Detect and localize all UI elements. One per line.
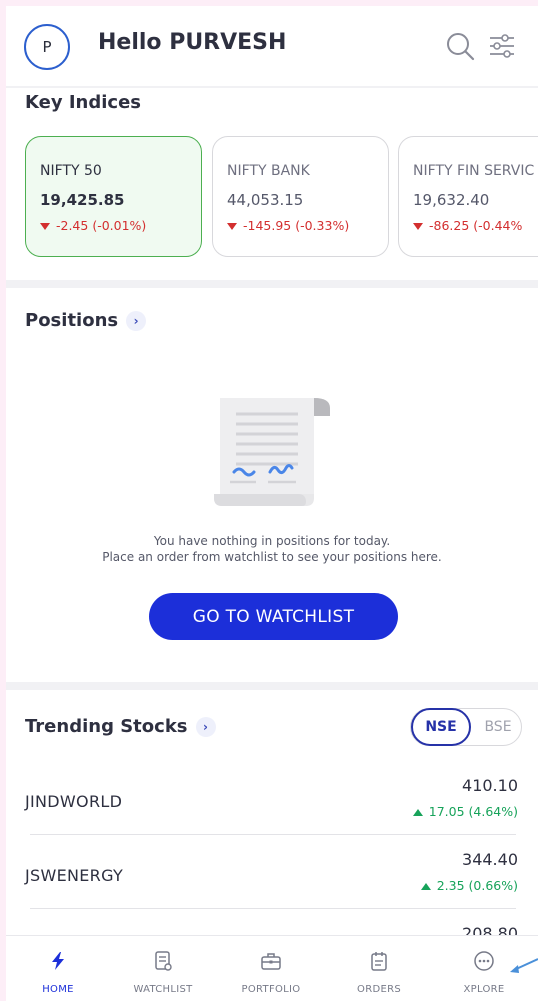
stock-price: 410.10 xyxy=(462,776,518,795)
key-indices-title: Key Indices xyxy=(25,92,141,113)
app-screen: P Hello PURVESH Key Indices NIFTY 50 19,… xyxy=(6,6,538,1001)
stock-name: JINDWORLD xyxy=(25,792,123,811)
empty-scroll-illustration xyxy=(214,398,330,506)
down-arrow-icon xyxy=(413,223,423,230)
stock-change: 2.35 (0.66%) xyxy=(420,878,518,893)
key-indices-section: Key Indices NIFTY 50 19,425.85 -2.45 (-0… xyxy=(6,88,538,280)
index-change: -86.25 (-0.44% xyxy=(413,218,538,233)
index-card-nifty-bank[interactable]: NIFTY BANK 44,053.15 -145.95 (-0.33%) xyxy=(212,136,389,257)
nav-watchlist[interactable]: WATCHLIST xyxy=(118,936,208,1001)
index-value: 19,632.40 xyxy=(413,191,490,209)
exchange-toggle: NSE BSE xyxy=(410,708,522,746)
index-change: -145.95 (-0.33%) xyxy=(227,218,388,233)
down-arrow-icon xyxy=(227,223,237,230)
go-to-watchlist-button[interactable]: GO TO WATCHLIST xyxy=(149,593,398,640)
row-divider xyxy=(30,834,516,835)
briefcase-icon xyxy=(261,953,281,970)
empty-line-2: Place an order from watchlist to see you… xyxy=(102,550,442,564)
top-header: P Hello PURVESH xyxy=(6,6,538,86)
row-divider xyxy=(30,908,516,909)
trending-header[interactable]: Trending Stocks › xyxy=(25,716,216,737)
index-value: 44,053.15 xyxy=(227,191,304,209)
pointer-arrow-annotation xyxy=(510,958,538,973)
greeting-title: Hello PURVESH xyxy=(98,30,287,55)
nav-label: XPLORE xyxy=(463,984,505,995)
search-icon[interactable] xyxy=(444,30,478,64)
nav-portfolio[interactable]: PORTFOLIO xyxy=(226,936,316,1001)
up-arrow-icon xyxy=(412,809,423,816)
exchange-bse-tab[interactable]: BSE xyxy=(475,709,521,745)
positions-title: Positions xyxy=(25,310,119,331)
positions-section: Positions › You have nothing in positions… xyxy=(6,288,538,682)
exchange-nse-tab[interactable]: NSE xyxy=(411,708,471,746)
filter-settings-icon[interactable] xyxy=(486,30,520,64)
lightning-icon xyxy=(52,952,64,970)
empty-line-1: You have nothing in positions for today. xyxy=(153,534,391,548)
stock-row[interactable]: JINDWORLD 410.10 17.05 (4.64%) xyxy=(6,768,538,840)
watchlist-icon xyxy=(155,951,172,971)
avatar[interactable]: P xyxy=(24,24,70,70)
chevron-right-icon[interactable]: › xyxy=(126,311,147,331)
trending-title: Trending Stocks xyxy=(25,716,188,737)
more-icon xyxy=(474,951,494,971)
up-arrow-icon xyxy=(420,883,431,890)
stock-name: JSWENERGY xyxy=(25,866,124,885)
nav-label: PORTFOLIO xyxy=(241,984,301,995)
stock-price: 344.40 xyxy=(462,850,518,869)
index-card-nifty-50[interactable]: NIFTY 50 19,425.85 -2.45 (-0.01%) xyxy=(25,136,202,257)
avatar-initial: P xyxy=(42,38,52,56)
index-value: 19,425.85 xyxy=(40,191,125,209)
positions-empty-message: You have nothing in positions for today.… xyxy=(6,533,538,565)
orders-icon xyxy=(371,952,387,971)
nav-label: ORDERS xyxy=(357,984,401,995)
down-arrow-icon xyxy=(40,223,50,230)
index-change: -2.45 (-0.01%) xyxy=(40,218,201,233)
nav-home[interactable]: HOME xyxy=(13,936,103,1001)
bottom-navigation: HOME WATCHLIST PORTFOLIO ORDERS XPLORE xyxy=(6,935,538,1001)
chevron-right-icon[interactable]: › xyxy=(195,717,216,737)
stock-row[interactable]: JSWENERGY 344.40 2.35 (0.66%) xyxy=(6,842,538,914)
index-name: NIFTY FIN SERVIC xyxy=(413,163,535,179)
nav-label: HOME xyxy=(42,984,74,995)
index-name: NIFTY BANK xyxy=(227,163,310,179)
index-card-nifty-fin-service[interactable]: NIFTY FIN SERVIC 19,632.40 -86.25 (-0.44… xyxy=(398,136,538,257)
index-name: NIFTY 50 xyxy=(40,163,102,179)
positions-header[interactable]: Positions › xyxy=(25,310,147,331)
stock-change: 17.05 (4.64%) xyxy=(412,804,518,819)
nav-label: WATCHLIST xyxy=(133,984,193,995)
nav-orders[interactable]: ORDERS xyxy=(334,936,424,1001)
